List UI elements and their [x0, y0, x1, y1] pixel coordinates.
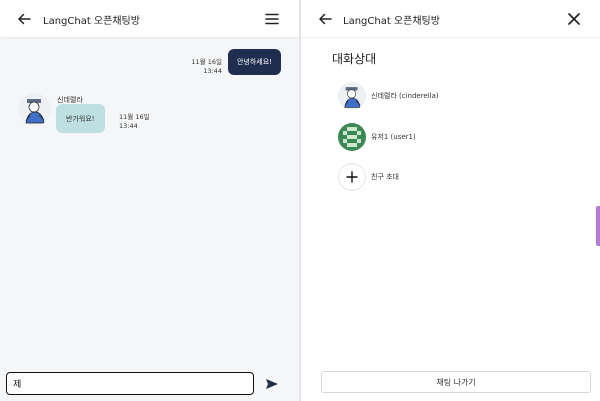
message-time: 13:44	[119, 121, 138, 130]
my-message-bubble: 안녕하세요!	[227, 49, 281, 75]
chat-header: LangChat 오픈채팅방	[0, 0, 299, 37]
message-date: 11월 16일	[119, 113, 150, 121]
back-arrow-icon[interactable]	[315, 9, 335, 29]
participant-avatar	[338, 82, 366, 110]
plus-icon	[338, 163, 366, 191]
chat-pane: LangChat 오픈채팅방 11월 16일 13:44 안녕하세요! 신데렐라…	[0, 0, 299, 401]
invite-friend-button[interactable]: 친구 초대	[338, 163, 399, 191]
panel-separator	[301, 37, 600, 38]
composer	[0, 362, 299, 401]
other-message: 신데렐라 반가워요! 11월 16일 13:44	[18, 93, 218, 138]
invite-label: 친구 초대	[371, 173, 399, 181]
participant-item[interactable]: 신데렐라 (cinderella)	[338, 81, 538, 111]
message-input[interactable]	[6, 372, 254, 395]
message-meta: 11월 16일 13:44	[119, 113, 150, 130]
message-date: 11월 16일	[191, 58, 222, 66]
hamburger-menu-icon[interactable]	[262, 9, 282, 29]
chat-title: LangChat 오픈채팅방	[43, 16, 140, 27]
other-message-bubble: 반가워요!	[56, 104, 105, 133]
participants-heading: 대화상대	[332, 52, 377, 66]
message-time: 13:44	[203, 66, 222, 75]
identicon-avatar	[338, 123, 366, 151]
panel-title: LangChat 오픈채팅방	[343, 16, 440, 27]
leave-chat-button[interactable]: 채팅 나가기	[321, 371, 591, 393]
edge-scroll-indicator[interactable]	[596, 206, 600, 246]
close-icon[interactable]	[563, 8, 585, 30]
send-icon[interactable]	[262, 374, 282, 394]
back-arrow-icon[interactable]	[14, 9, 34, 29]
participant-name: 유저1 (user1)	[371, 133, 416, 141]
message-meta: 11월 16일 13:44	[191, 58, 222, 75]
participants-panel: LangChat 오픈채팅방 대화상대 신데렐라 (cinderella) 유저…	[301, 0, 600, 401]
sender-avatar[interactable]	[18, 93, 51, 126]
message-list[interactable]: 11월 16일 13:44 안녕하세요! 신데렐라 반가워요! 11월 16일 …	[0, 37, 299, 362]
my-message: 11월 16일 13:44 안녕하세요!	[191, 49, 281, 75]
participant-name: 신데렐라 (cinderella)	[371, 92, 439, 100]
participant-item[interactable]: 유저1 (user1)	[338, 122, 538, 152]
